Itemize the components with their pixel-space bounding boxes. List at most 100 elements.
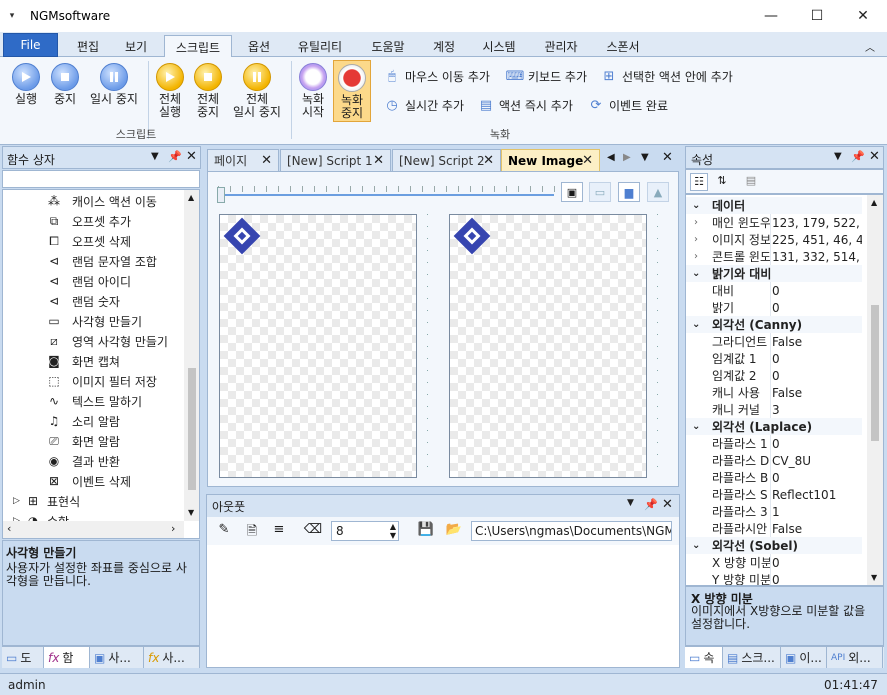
property-category[interactable]: ⌄ 밝기와 대비 bbox=[686, 265, 862, 282]
property-row[interactable]: Y 방향 미분 0 bbox=[686, 571, 862, 586]
event-complete-button[interactable]: ⟳ 이벤트 완료 bbox=[588, 97, 668, 114]
ribbon-collapse-icon[interactable]: ︿ bbox=[860, 35, 880, 57]
expand-icon[interactable]: › bbox=[694, 251, 698, 262]
close-icon[interactable]: ✕ bbox=[582, 153, 593, 168]
property-category[interactable]: ⌄ 외각선 (Sobel) bbox=[686, 537, 862, 554]
sort-alpha-icon[interactable]: ⇅ bbox=[713, 173, 731, 191]
tab-new-image[interactable]: New Image ✕ bbox=[501, 149, 600, 171]
list-item[interactable]: ⊲ 랜덤 아이디 bbox=[3, 271, 131, 291]
output-path-input[interactable]: C:\Users\ngmas\Documents\NGM6\ bbox=[471, 521, 672, 541]
tab-script[interactable]: 스크립트 bbox=[164, 35, 232, 58]
list-item[interactable]: ⧄ 영역 사각형 만들기 bbox=[3, 331, 168, 351]
scrollbar[interactable]: ▲ ▼ bbox=[184, 190, 199, 521]
tab-script-1[interactable]: [New] Script 1 ✕ bbox=[280, 149, 391, 171]
scroll-thumb[interactable] bbox=[871, 305, 879, 441]
tab-help[interactable]: 도움말 bbox=[362, 35, 414, 57]
pin-icon[interactable]: 📌 bbox=[168, 150, 182, 163]
list-item[interactable]: ∿ 텍스트 말하기 bbox=[3, 391, 142, 411]
dropdown-icon[interactable]: ▼ bbox=[834, 151, 842, 162]
run-button[interactable]: 실행 bbox=[10, 63, 42, 106]
property-value[interactable]: 1 bbox=[772, 505, 862, 519]
source-image-canvas[interactable] bbox=[219, 214, 417, 478]
property-value[interactable]: Reflect101 bbox=[772, 488, 862, 502]
close-icon[interactable]: ✕ bbox=[186, 149, 197, 164]
list-item[interactable]: ⬚ 이미지 필터 저장 bbox=[3, 371, 157, 391]
property-row[interactable]: 라플라스 1 0 bbox=[686, 435, 862, 452]
system-menu-icon[interactable]: ▾ bbox=[2, 11, 22, 21]
slider-thumb[interactable] bbox=[217, 187, 225, 203]
landscape-icon[interactable]: ▲ bbox=[647, 182, 669, 202]
property-row[interactable]: › 콘트롤 윈도우131, 332, 514, 581 bbox=[686, 248, 862, 265]
zoom-slider[interactable] bbox=[218, 194, 554, 196]
property-row[interactable]: 라플라스 S Reflect101 bbox=[686, 486, 862, 503]
property-value[interactable]: 0 bbox=[772, 573, 862, 586]
property-row[interactable]: 대비 0 bbox=[686, 282, 862, 299]
list-item[interactable]: ◙ 화면 캡쳐 bbox=[3, 351, 120, 371]
expand-icon[interactable]: › bbox=[694, 234, 698, 245]
tab-system[interactable]: 시스템 bbox=[472, 35, 526, 57]
tab-scroll-right-icon[interactable]: ▶ bbox=[623, 152, 631, 163]
tab-properties[interactable]: ▭ 속 bbox=[685, 647, 723, 668]
property-row[interactable]: 라플라시안 False bbox=[686, 520, 862, 537]
close-icon[interactable]: ✕ bbox=[261, 153, 272, 168]
scroll-down-icon[interactable]: ▼ bbox=[871, 573, 877, 582]
property-value[interactable]: 0 bbox=[772, 437, 862, 451]
pause-all-button[interactable]: 전체 일시 중지 bbox=[228, 63, 286, 119]
add-keyboard-button[interactable]: ⌨ 키보드 추가 bbox=[506, 68, 587, 85]
list-item[interactable]: ♫ 소리 알람 bbox=[3, 411, 120, 431]
dropdown-icon[interactable]: ▼ bbox=[151, 151, 159, 162]
scroll-up-icon[interactable]: ▲ bbox=[188, 193, 194, 202]
tab-script-list[interactable]: ▤ 스크... bbox=[723, 647, 781, 668]
property-value[interactable]: False bbox=[772, 522, 862, 536]
list-item[interactable]: ⧠ 오프셋 삭제 bbox=[3, 231, 131, 251]
close-icon[interactable]: ✕ bbox=[662, 497, 673, 512]
run-all-button[interactable]: 전체 실행 bbox=[154, 63, 186, 119]
stepper-down-icon[interactable]: ▼ bbox=[390, 531, 396, 540]
output-log[interactable] bbox=[207, 545, 679, 667]
property-pages-icon[interactable]: ▤ bbox=[742, 173, 760, 191]
property-value[interactable]: False bbox=[772, 386, 862, 400]
tab-edit[interactable]: 편집 bbox=[64, 35, 112, 57]
list-item[interactable]: ⊲ 랜덤 문자열 조합 bbox=[3, 251, 157, 271]
pause-button[interactable]: 일시 중지 bbox=[86, 63, 142, 106]
property-value[interactable]: CV_8U bbox=[772, 454, 862, 468]
document-icon[interactable]: 🗎 bbox=[242, 522, 262, 540]
property-row[interactable]: 임계값 1 0 bbox=[686, 350, 862, 367]
stepper-up-icon[interactable]: ▲ bbox=[390, 522, 396, 531]
property-row[interactable]: 라플라스 B0 bbox=[686, 469, 862, 486]
property-row[interactable]: 캐니 사용 False bbox=[686, 384, 862, 401]
fit-image-icon[interactable]: ▣ bbox=[561, 182, 583, 202]
tab-external[interactable]: API 외... bbox=[827, 647, 883, 668]
collapse-icon[interactable]: ⌄ bbox=[692, 421, 700, 432]
scroll-thumb[interactable] bbox=[188, 368, 196, 490]
add-instant-action-button[interactable]: ▤ 액션 즉시 추가 bbox=[478, 97, 573, 114]
tab-script-2[interactable]: [New] Script 2 ✕ bbox=[392, 149, 501, 171]
property-value[interactable]: 225, 451, 46, 43 bbox=[772, 233, 862, 247]
property-category[interactable]: ⌄ 외각선 (Laplace) bbox=[686, 418, 862, 435]
tab-scroll-left-icon[interactable]: ◀ bbox=[607, 152, 615, 163]
tab-sponsor[interactable]: 스폰서 bbox=[597, 35, 649, 57]
collapse-icon[interactable]: ⌄ bbox=[692, 268, 700, 279]
collapse-icon[interactable]: ⌄ bbox=[692, 319, 700, 330]
tab-user-function[interactable]: fx 사... bbox=[144, 647, 200, 668]
tab-image[interactable]: ▣ 이... bbox=[781, 647, 827, 668]
expand-icon[interactable]: › bbox=[694, 217, 698, 228]
collapse-icon[interactable]: ⌄ bbox=[692, 200, 700, 211]
add-realtime-button[interactable]: ◷ 실시간 추가 bbox=[384, 97, 464, 114]
close-icon[interactable]: ✕ bbox=[483, 153, 494, 168]
list-item[interactable]: ⎚ 화면 알람 bbox=[3, 431, 120, 451]
horizontal-scrollbar[interactable]: ‹ › bbox=[3, 521, 184, 538]
list-item[interactable]: ◉ 결과 반환 bbox=[3, 451, 120, 471]
property-row[interactable]: › 매인 윈도우123, 179, 522, 615 bbox=[686, 214, 862, 231]
tab-functions[interactable]: fx 함 bbox=[44, 647, 90, 668]
property-value[interactable]: 123, 179, 522, 615 bbox=[772, 216, 862, 230]
stop-button[interactable]: 중지 bbox=[49, 63, 81, 106]
property-row[interactable]: X 방향 미분 0 bbox=[686, 554, 862, 571]
broom-icon[interactable]: ✎ bbox=[214, 522, 234, 540]
minimize-button[interactable]: — bbox=[748, 0, 794, 32]
tree-group[interactable]: ▷ ⊞ 표현식 bbox=[3, 491, 80, 511]
property-value[interactable]: 0 bbox=[772, 352, 862, 366]
property-value[interactable]: 0 bbox=[772, 284, 862, 298]
property-value[interactable]: 0 bbox=[772, 471, 862, 485]
tab-account[interactable]: 계정 bbox=[424, 35, 464, 57]
